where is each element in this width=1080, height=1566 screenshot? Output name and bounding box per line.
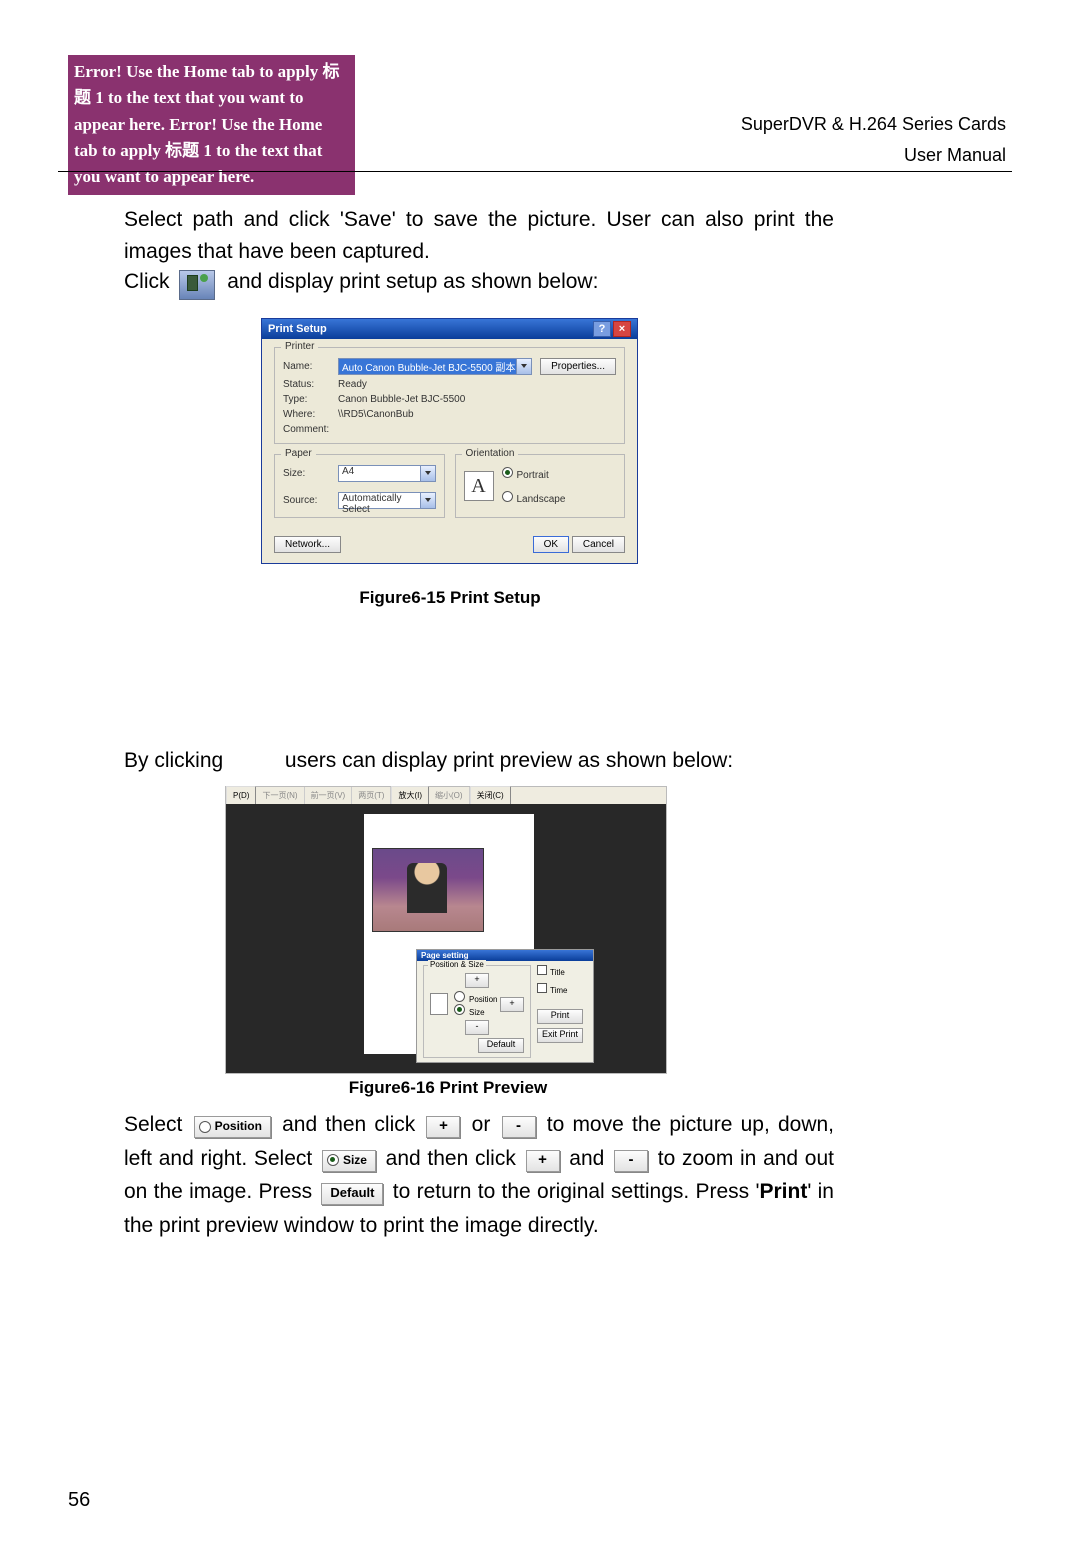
header-title-line1: SuperDVR & H.264 Series Cards (741, 109, 1006, 140)
name-label: Name: (283, 361, 338, 372)
inline-plus-button[interactable]: + (526, 1150, 560, 1172)
page-number: 56 (68, 1489, 90, 1512)
inline-default-button[interactable]: Default (321, 1183, 383, 1205)
comment-label: Comment: (283, 424, 338, 435)
default-button[interactable]: Default (478, 1038, 524, 1053)
inline-minus-button[interactable]: - (502, 1116, 536, 1138)
print-setup-dialog: Print Setup × ? Printer Name: Auto Canon… (261, 318, 638, 564)
paper-size-select[interactable]: A4 (338, 465, 436, 482)
exit-print-button[interactable]: Exit Print (537, 1028, 583, 1043)
position-radio[interactable]: Position (454, 991, 497, 1004)
time-checkbox[interactable]: Time (537, 983, 587, 995)
properties-button[interactable]: Properties... (540, 358, 616, 375)
preview-menubar: P(D) 下一页(N) 前一页(V) 两页(T) 放大(I) 缩小(O) 关闭(… (226, 787, 666, 804)
position-size-label: Position & Size (428, 960, 486, 969)
text: or (472, 1113, 499, 1136)
printer-group-label: Printer (281, 341, 318, 352)
click-suffix: and display print setup as shown below: (227, 270, 598, 293)
menu-item: 缩小(O) (429, 787, 470, 804)
size-label: Size: (283, 468, 338, 479)
header-error-box: Error! Use the Home tab to apply 标题 1 to… (68, 55, 355, 195)
type-label: Type: (283, 394, 338, 405)
paragraph-save: Select path and click 'Save' to save the… (124, 204, 834, 267)
paragraph-controls: Select Position and then click + or - to… (124, 1108, 834, 1242)
paragraph-preview-intro: By clicking users can display print prev… (124, 745, 834, 777)
print-setup-title: Print Setup (268, 323, 327, 335)
menu-item[interactable]: P(D) (226, 786, 256, 805)
minus-button[interactable]: - (465, 1020, 489, 1035)
inline-minus-button[interactable]: - (614, 1150, 648, 1172)
chevron-down-icon[interactable] (420, 466, 435, 481)
menu-item: 两页(T) (352, 787, 391, 804)
printer-name-value: Auto Canon Bubble-Jet BJC-5500 副本 2 (342, 363, 524, 374)
figure-caption-2: Figure6-16 Print Preview (298, 1078, 598, 1098)
menu-item: 前一页(V) (305, 787, 353, 804)
click-label: Click (124, 270, 170, 293)
by-clicking: By clicking (124, 749, 223, 772)
header-rule (58, 171, 1012, 172)
menu-item[interactable]: 放大(I) (391, 786, 429, 805)
print-button[interactable]: Print (537, 1009, 583, 1024)
chevron-down-icon[interactable] (516, 359, 531, 374)
landscape-radio[interactable]: Landscape (502, 491, 566, 505)
paper-size-value: A4 (342, 466, 354, 477)
source-label: Source: (283, 495, 338, 506)
printer-group: Printer Name: Auto Canon Bubble-Jet BJC-… (274, 347, 625, 444)
preview-image (372, 848, 484, 932)
status-value: Ready (338, 379, 367, 390)
portrait-radio[interactable]: Portrait (502, 467, 566, 481)
position-size-group: Position & Size + Position Size + - Defa… (423, 965, 531, 1058)
text: to return to the original settings. Pres… (393, 1180, 760, 1203)
cancel-button[interactable]: Cancel (572, 536, 625, 553)
page-settings-panel: Page setting Position & Size + Position … (416, 949, 594, 1063)
plus-button[interactable]: + (465, 973, 489, 988)
paper-group-label: Paper (281, 448, 316, 459)
help-icon[interactable]: ? (593, 321, 611, 337)
text: Select (124, 1113, 182, 1136)
chevron-down-icon[interactable] (420, 493, 435, 508)
size-radio[interactable]: Size (454, 1004, 497, 1017)
click-print-row: Click and display print setup as shown b… (124, 270, 598, 294)
menu-item: 下一页(N) (256, 787, 304, 804)
preview-suffix: users can display print preview as shown… (285, 749, 733, 772)
print-preview-window: P(D) 下一页(N) 前一页(V) 两页(T) 放大(I) 缩小(O) 关闭(… (225, 786, 667, 1074)
paper-source-select[interactable]: Automatically Select (338, 492, 436, 509)
header-title-line2: User Manual (741, 140, 1006, 171)
printer-name-select[interactable]: Auto Canon Bubble-Jet BJC-5500 副本 2 (338, 358, 532, 375)
figure-caption-1: Figure6-15 Print Setup (300, 588, 600, 608)
header-title: SuperDVR & H.264 Series Cards User Manua… (741, 109, 1006, 170)
inline-plus-button[interactable]: + (426, 1116, 460, 1138)
text: and (569, 1147, 611, 1170)
ok-button[interactable]: OK (533, 536, 569, 553)
close-icon[interactable]: × (613, 321, 631, 337)
paper-group: Paper Size: A4 Source: Automatically Sel… (274, 454, 445, 518)
paper-source-value: Automatically Select (342, 493, 401, 515)
text: and then click (282, 1113, 423, 1136)
print-setup-titlebar: Print Setup × ? (262, 319, 637, 339)
preview-stage: Page setting Position & Size + Position … (226, 804, 666, 1073)
inline-position-radio[interactable]: Position (194, 1116, 271, 1138)
inline-size-radio[interactable]: Size (322, 1150, 376, 1172)
orientation-preview-icon: A (464, 471, 494, 501)
orientation-label: Orientation (462, 448, 519, 459)
title-checkbox[interactable]: Title (537, 965, 587, 977)
type-value: Canon Bubble-Jet BJC-5500 (338, 394, 465, 405)
orientation-group: Orientation A Portrait Landscape (455, 454, 626, 518)
print-setup-icon[interactable] (179, 270, 215, 300)
orientation-mini-icon (430, 993, 448, 1015)
status-label: Status: (283, 379, 338, 390)
network-button[interactable]: Network... (274, 536, 341, 553)
plus-button[interactable]: + (500, 997, 524, 1012)
where-label: Where: (283, 409, 338, 420)
print-bold: Print (759, 1180, 807, 1203)
where-value: \\RD5\CanonBub (338, 409, 414, 420)
text: and then click (386, 1147, 523, 1170)
menu-item[interactable]: 关闭(C) (470, 786, 511, 805)
